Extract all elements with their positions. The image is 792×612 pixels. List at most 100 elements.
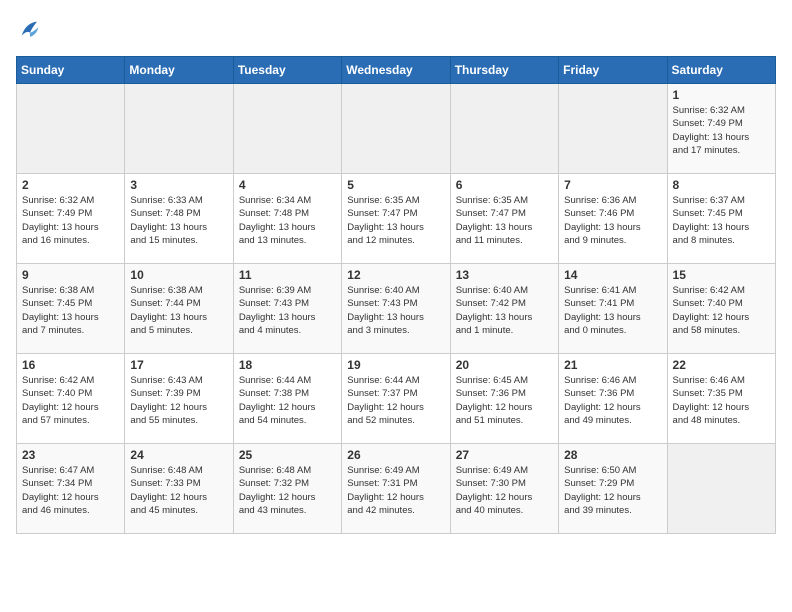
weekday-header-saturday: Saturday [667, 57, 775, 84]
calendar-cell [342, 84, 450, 174]
day-number: 9 [22, 268, 119, 282]
day-number: 10 [130, 268, 227, 282]
day-number: 3 [130, 178, 227, 192]
calendar-cell: 3 Sunrise: 6:33 AM Sunset: 7:48 PM Daylig… [125, 174, 233, 264]
calendar-week-row: 9 Sunrise: 6:38 AM Sunset: 7:45 PM Daylig… [17, 264, 776, 354]
day-info: Sunrise: 6:38 AM Sunset: 7:44 PM Dayligh… [130, 284, 227, 337]
day-number: 26 [347, 448, 444, 462]
day-number: 17 [130, 358, 227, 372]
calendar-cell: 15 Sunrise: 6:42 AM Sunset: 7:40 PM Dayli… [667, 264, 775, 354]
day-info: Sunrise: 6:34 AM Sunset: 7:48 PM Dayligh… [239, 194, 336, 247]
day-number: 7 [564, 178, 661, 192]
day-info: Sunrise: 6:46 AM Sunset: 7:35 PM Dayligh… [673, 374, 770, 427]
day-info: Sunrise: 6:44 AM Sunset: 7:38 PM Dayligh… [239, 374, 336, 427]
day-info: Sunrise: 6:46 AM Sunset: 7:36 PM Dayligh… [564, 374, 661, 427]
day-info: Sunrise: 6:49 AM Sunset: 7:30 PM Dayligh… [456, 464, 553, 517]
calendar-cell: 8 Sunrise: 6:37 AM Sunset: 7:45 PM Daylig… [667, 174, 775, 264]
day-info: Sunrise: 6:48 AM Sunset: 7:33 PM Dayligh… [130, 464, 227, 517]
calendar-cell: 19Sunrise: 6:44 AM Sunset: 7:37 PM Dayli… [342, 354, 450, 444]
day-number: 16 [22, 358, 119, 372]
weekday-header-row: SundayMondayTuesdayWednesdayThursdayFrid… [17, 57, 776, 84]
weekday-header-wednesday: Wednesday [342, 57, 450, 84]
day-number: 12 [347, 268, 444, 282]
weekday-header-friday: Friday [559, 57, 667, 84]
day-number: 4 [239, 178, 336, 192]
calendar-cell: 20 Sunrise: 6:45 AM Sunset: 7:36 PM Dayli… [450, 354, 558, 444]
calendar-cell: 7 Sunrise: 6:36 AM Sunset: 7:46 PM Daylig… [559, 174, 667, 264]
calendar-cell: 21 Sunrise: 6:46 AM Sunset: 7:36 PM Dayli… [559, 354, 667, 444]
day-number: 25 [239, 448, 336, 462]
day-info: Sunrise: 6:40 AM Sunset: 7:43 PM Dayligh… [347, 284, 444, 337]
day-info: Sunrise: 6:36 AM Sunset: 7:46 PM Dayligh… [564, 194, 661, 247]
day-number: 5 [347, 178, 444, 192]
calendar-cell: 26 Sunrise: 6:49 AM Sunset: 7:31 PM Dayli… [342, 444, 450, 534]
calendar-cell: 1 Sunrise: 6:32 AM Sunset: 7:49 PM Daylig… [667, 84, 775, 174]
calendar-cell: 9 Sunrise: 6:38 AM Sunset: 7:45 PM Daylig… [17, 264, 125, 354]
page-header [16, 16, 776, 44]
day-number: 8 [673, 178, 770, 192]
day-info: Sunrise: 6:35 AM Sunset: 7:47 PM Dayligh… [347, 194, 444, 247]
calendar-cell: 5 Sunrise: 6:35 AM Sunset: 7:47 PM Daylig… [342, 174, 450, 264]
calendar-week-row: 1 Sunrise: 6:32 AM Sunset: 7:49 PM Daylig… [17, 84, 776, 174]
day-number: 13 [456, 268, 553, 282]
day-info: Sunrise: 6:41 AM Sunset: 7:41 PM Dayligh… [564, 284, 661, 337]
calendar-table: SundayMondayTuesdayWednesdayThursdayFrid… [16, 56, 776, 534]
calendar-cell: 10 Sunrise: 6:38 AM Sunset: 7:44 PM Dayli… [125, 264, 233, 354]
calendar-cell: 14 Sunrise: 6:41 AM Sunset: 7:41 PM Dayli… [559, 264, 667, 354]
day-number: 18 [239, 358, 336, 372]
logo [16, 16, 48, 44]
day-number: 20 [456, 358, 553, 372]
day-number: 22 [673, 358, 770, 372]
day-info: Sunrise: 6:43 AM Sunset: 7:39 PM Dayligh… [130, 374, 227, 427]
day-info: Sunrise: 6:40 AM Sunset: 7:42 PM Dayligh… [456, 284, 553, 337]
calendar-cell: 17 Sunrise: 6:43 AM Sunset: 7:39 PM Dayli… [125, 354, 233, 444]
day-number: 11 [239, 268, 336, 282]
calendar-cell: 12 Sunrise: 6:40 AM Sunset: 7:43 PM Dayli… [342, 264, 450, 354]
calendar-cell [125, 84, 233, 174]
day-info: Sunrise: 6:42 AM Sunset: 7:40 PM Dayligh… [22, 374, 119, 427]
calendar-cell [559, 84, 667, 174]
calendar-cell: 23 Sunrise: 6:47 AM Sunset: 7:34 PM Dayli… [17, 444, 125, 534]
calendar-cell: 28 Sunrise: 6:50 AM Sunset: 7:29 PM Dayli… [559, 444, 667, 534]
calendar-cell: 24 Sunrise: 6:48 AM Sunset: 7:33 PM Dayli… [125, 444, 233, 534]
day-info: Sunrise: 6:48 AM Sunset: 7:32 PM Dayligh… [239, 464, 336, 517]
calendar-cell: 16 Sunrise: 6:42 AM Sunset: 7:40 PM Dayli… [17, 354, 125, 444]
day-info: Sunrise: 6:33 AM Sunset: 7:48 PM Dayligh… [130, 194, 227, 247]
calendar-cell: 13 Sunrise: 6:40 AM Sunset: 7:42 PM Dayli… [450, 264, 558, 354]
calendar-cell: 25 Sunrise: 6:48 AM Sunset: 7:32 PM Dayli… [233, 444, 341, 534]
day-number: 1 [673, 88, 770, 102]
calendar-week-row: 2 Sunrise: 6:32 AM Sunset: 7:49 PM Daylig… [17, 174, 776, 264]
day-number: 14 [564, 268, 661, 282]
day-number: 21 [564, 358, 661, 372]
day-info: Sunrise: 6:49 AM Sunset: 7:31 PM Dayligh… [347, 464, 444, 517]
logo-bird-icon [16, 16, 44, 44]
day-info: Sunrise: 6:47 AM Sunset: 7:34 PM Dayligh… [22, 464, 119, 517]
day-info: Sunrise: 6:42 AM Sunset: 7:40 PM Dayligh… [673, 284, 770, 337]
calendar-week-row: 16 Sunrise: 6:42 AM Sunset: 7:40 PM Dayli… [17, 354, 776, 444]
day-number: 24 [130, 448, 227, 462]
calendar-cell: 6Sunrise: 6:35 AM Sunset: 7:47 PM Daylig… [450, 174, 558, 264]
calendar-cell [17, 84, 125, 174]
day-info: Sunrise: 6:32 AM Sunset: 7:49 PM Dayligh… [673, 104, 770, 157]
calendar-cell [667, 444, 775, 534]
calendar-cell: 22 Sunrise: 6:46 AM Sunset: 7:35 PM Dayli… [667, 354, 775, 444]
day-info: Sunrise: 6:37 AM Sunset: 7:45 PM Dayligh… [673, 194, 770, 247]
day-number: 15 [673, 268, 770, 282]
day-number: 6 [456, 178, 553, 192]
calendar-cell: 4 Sunrise: 6:34 AM Sunset: 7:48 PM Daylig… [233, 174, 341, 264]
day-number: 28 [564, 448, 661, 462]
calendar-cell [450, 84, 558, 174]
calendar-cell: 2 Sunrise: 6:32 AM Sunset: 7:49 PM Daylig… [17, 174, 125, 264]
day-info: Sunrise: 6:38 AM Sunset: 7:45 PM Dayligh… [22, 284, 119, 337]
day-info: Sunrise: 6:32 AM Sunset: 7:49 PM Dayligh… [22, 194, 119, 247]
weekday-header-tuesday: Tuesday [233, 57, 341, 84]
calendar-cell: 11 Sunrise: 6:39 AM Sunset: 7:43 PM Dayli… [233, 264, 341, 354]
day-number: 2 [22, 178, 119, 192]
day-number: 19 [347, 358, 444, 372]
day-info: Sunrise: 6:45 AM Sunset: 7:36 PM Dayligh… [456, 374, 553, 427]
day-number: 23 [22, 448, 119, 462]
calendar-cell: 27Sunrise: 6:49 AM Sunset: 7:30 PM Dayli… [450, 444, 558, 534]
day-info: Sunrise: 6:50 AM Sunset: 7:29 PM Dayligh… [564, 464, 661, 517]
day-info: Sunrise: 6:39 AM Sunset: 7:43 PM Dayligh… [239, 284, 336, 337]
calendar-cell: 18 Sunrise: 6:44 AM Sunset: 7:38 PM Dayli… [233, 354, 341, 444]
